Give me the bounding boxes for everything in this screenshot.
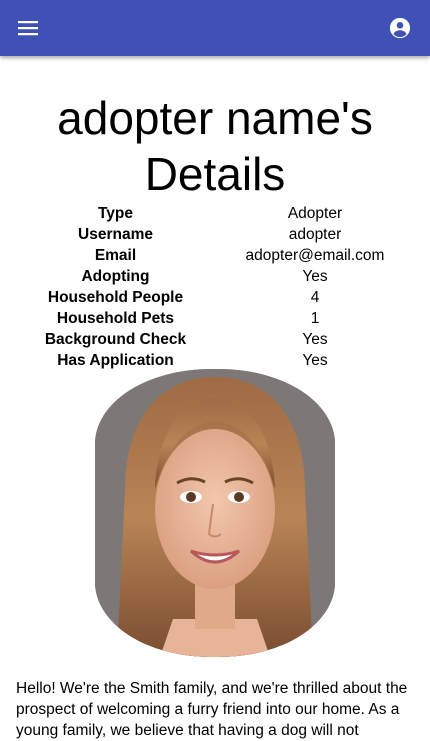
- menu-button[interactable]: [4, 0, 52, 56]
- details-table: Type Adopter Username adopter Email adop…: [31, 203, 430, 371]
- detail-row-background-check: Background Check Yes: [31, 329, 430, 350]
- adopter-photo: [95, 369, 335, 657]
- detail-value: adopter@email.com: [245, 247, 385, 264]
- detail-label: Household Pets: [56, 310, 175, 327]
- detail-label: Type: [97, 205, 134, 222]
- detail-value: Yes: [302, 352, 328, 369]
- detail-label: Household People: [47, 289, 184, 306]
- detail-row-type: Type Adopter: [31, 203, 430, 224]
- detail-row-has-application: Has Application Yes: [31, 350, 430, 371]
- adopter-bio: Hello! We're the Smith family, and we're…: [16, 680, 408, 739]
- detail-row-adopting: Adopting Yes: [31, 266, 430, 287]
- detail-row-household-pets: Household Pets 1: [31, 308, 430, 329]
- page-title: adopter name's Details: [57, 92, 373, 200]
- detail-value: 4: [310, 289, 320, 306]
- detail-row-email: Email adopter@email.com: [31, 245, 430, 266]
- detail-label: Username: [78, 226, 153, 243]
- detail-label: Background Check: [44, 331, 187, 348]
- account-button[interactable]: [386, 0, 414, 56]
- detail-value: Yes: [302, 331, 328, 348]
- detail-value: Yes: [302, 268, 328, 285]
- app-bar: [0, 0, 430, 56]
- detail-row-household-people: Household People 4: [31, 287, 430, 308]
- hamburger-menu-icon: [18, 21, 38, 36]
- detail-label: Email: [94, 247, 137, 264]
- detail-value: 1: [310, 310, 320, 327]
- portrait-illustration: [95, 369, 335, 657]
- detail-value: Adopter: [287, 205, 343, 222]
- detail-label: Has Application: [57, 352, 174, 369]
- detail-label: Adopting: [81, 268, 150, 285]
- account-circle-icon: [389, 17, 411, 39]
- detail-row-username: Username adopter: [31, 224, 430, 245]
- detail-value: adopter: [288, 226, 342, 243]
